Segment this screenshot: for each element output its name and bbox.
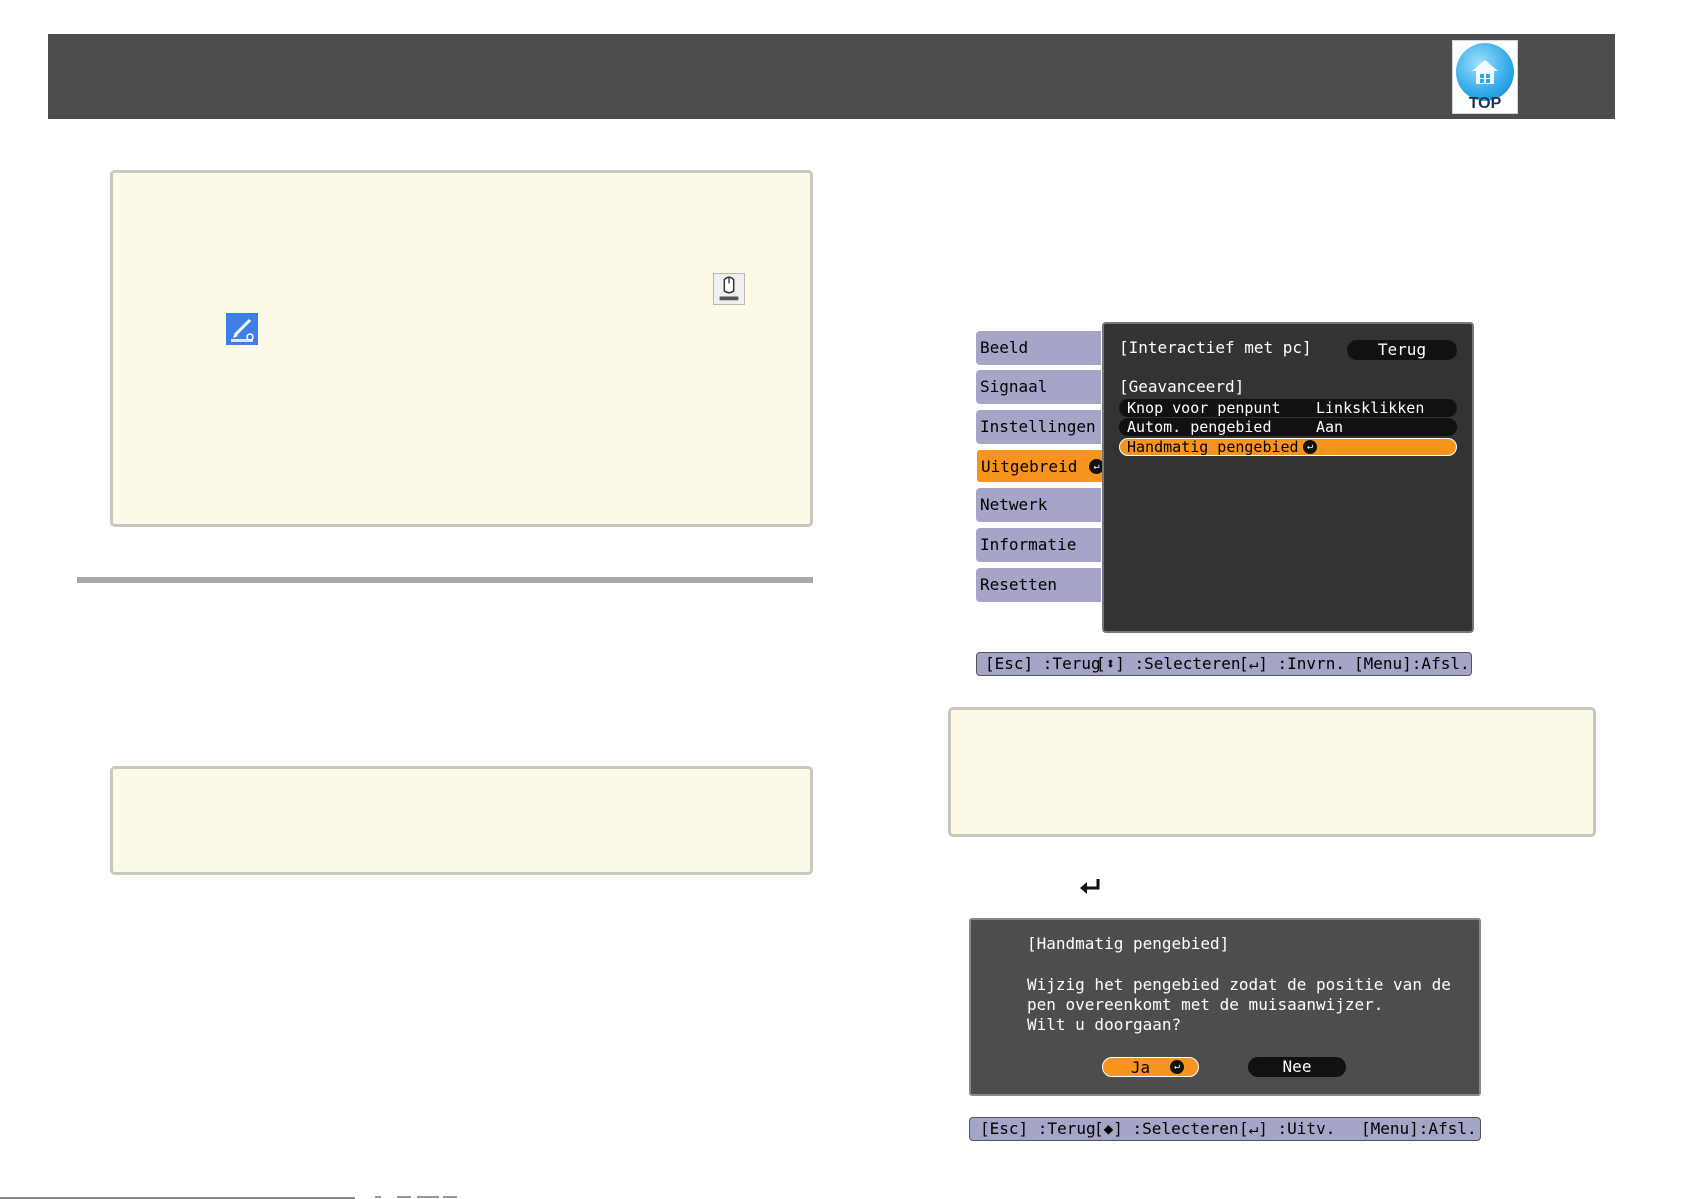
- top-label: TOP: [1468, 95, 1502, 112]
- yes-label: Ja: [1130, 1058, 1151, 1077]
- dialog-line-1: Wijzig het pengebied zodat de positie va…: [1027, 975, 1451, 994]
- row-label: Autom. pengebied: [1127, 418, 1272, 436]
- section-interactive-pc: [Interactief met pc]: [1119, 338, 1312, 357]
- note-box: [948, 707, 1596, 837]
- dialog-help-bar: [Esc] :Terug [◆] :Selecteren [↵] :Uitv. …: [969, 1117, 1481, 1141]
- help-menu: [Menu]:Afsl.: [1354, 654, 1470, 673]
- yes-button[interactable]: Ja ↵: [1102, 1057, 1199, 1077]
- tab-signaal[interactable]: Signaal: [976, 370, 1101, 404]
- row-value: Aan: [1316, 418, 1344, 436]
- menu-row-manual-pen-area[interactable]: Handmatig pengebied ↵: [1119, 438, 1457, 456]
- dialog-line-3: Wilt u doorgaan?: [1027, 1015, 1182, 1034]
- note-box: [110, 766, 813, 875]
- help-enter: [↵] :Uitv.: [1239, 1119, 1336, 1138]
- no-button[interactable]: Nee: [1248, 1057, 1346, 1077]
- enter-key-icon: ↵: [1303, 440, 1317, 454]
- page-header: [48, 34, 1615, 119]
- help-select: [⬍] :Selecteren: [1096, 654, 1241, 673]
- row-label: Knop voor penpunt: [1127, 399, 1281, 417]
- section-divider: [77, 577, 813, 583]
- pen-mouse-icon: [713, 273, 745, 305]
- section-advanced: [Geavanceerd]: [1119, 377, 1245, 396]
- tab-resetten[interactable]: Resetten: [976, 568, 1101, 602]
- enter-key-icon: [1080, 879, 1100, 894]
- help-enter: [↵] :Invrn.: [1239, 654, 1345, 673]
- menu-row-pen-tip-button[interactable]: Knop voor penpunt Linksklikken: [1119, 399, 1457, 417]
- back-button[interactable]: Terug: [1347, 340, 1457, 360]
- top-button[interactable]: TOP: [1452, 40, 1518, 114]
- tab-beeld[interactable]: Beeld: [976, 331, 1101, 365]
- row-value: Linksklikken: [1316, 399, 1425, 417]
- dialog-line-2: pen overeenkomt met de muisaanwijzer.: [1027, 995, 1384, 1014]
- house-icon: [1472, 60, 1498, 84]
- row-label: Handmatig pengebied: [1127, 438, 1299, 456]
- menu-help-bar: [Esc] :Terug [⬍] :Selecteren [↵] :Invrn.…: [976, 652, 1472, 676]
- help-menu: [Menu]:Afsl.: [1361, 1119, 1477, 1138]
- pen-draw-icon: [226, 313, 258, 345]
- menu-panel: [1102, 322, 1474, 633]
- footer-marks: [375, 1196, 457, 1198]
- tab-instellingen[interactable]: Instellingen: [976, 410, 1101, 444]
- dialog-title: [Handmatig pengebied]: [1027, 934, 1230, 953]
- help-select: [◆] :Selecteren: [1094, 1119, 1239, 1138]
- tab-uitgebreid[interactable]: Uitgebreid ↵: [976, 449, 1111, 483]
- menu-row-auto-pen-area[interactable]: Autom. pengebied Aan: [1119, 418, 1457, 436]
- enter-key-icon: ↵: [1170, 1060, 1184, 1074]
- help-esc: [Esc] :Terug: [980, 1119, 1096, 1138]
- tab-informatie[interactable]: Informatie: [976, 528, 1101, 562]
- help-esc: [Esc] :Terug: [985, 654, 1101, 673]
- note-box: [110, 170, 813, 527]
- tab-netwerk[interactable]: Netwerk: [976, 488, 1101, 522]
